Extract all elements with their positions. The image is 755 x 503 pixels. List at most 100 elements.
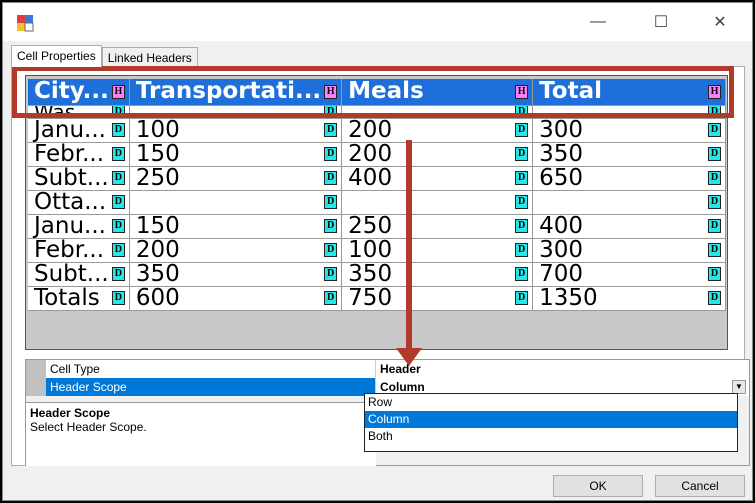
cell-text: Janu... <box>34 118 106 142</box>
grid-cell[interactable]: Janu... D <box>28 214 130 239</box>
grid-cell[interactable]: 150 D <box>129 214 343 239</box>
grid-cell[interactable]: 300 D <box>532 118 726 143</box>
data-marker-icon[interactable]: D <box>324 219 338 233</box>
grid-cell[interactable]: 700 D <box>532 262 726 287</box>
grid-cell[interactable]: 1350 D <box>532 286 726 311</box>
button-bar: OK Cancel <box>3 469 752 502</box>
grid-cell[interactable]: D <box>341 190 534 215</box>
grid-cell[interactable]: 200 D <box>341 118 534 143</box>
grid-cell[interactable]: Totals D <box>28 286 130 311</box>
data-marker-icon[interactable]: D <box>515 195 529 209</box>
selected-value: Column <box>380 380 425 394</box>
data-marker-icon[interactable]: D <box>111 195 125 209</box>
property-name: Header Scope <box>46 378 376 396</box>
grid-cell[interactable]: Febr... D <box>28 238 130 263</box>
data-marker-icon[interactable]: D <box>111 219 125 233</box>
data-marker-icon[interactable]: D <box>111 267 125 281</box>
cell-text: 750 <box>348 286 393 310</box>
grid-cell[interactable]: 350 D <box>129 262 343 287</box>
grid-cell[interactable]: 100 D <box>341 238 534 263</box>
grid-cell[interactable]: 250 D <box>129 166 343 191</box>
dropdown-arrow-icon[interactable]: ▼ <box>732 380 746 394</box>
grid-cell[interactable]: 250 D <box>341 214 534 239</box>
row-gutter <box>26 360 46 378</box>
cell-text: 600 <box>135 286 180 310</box>
grid-cell[interactable]: 400 D <box>532 214 726 239</box>
grid-cell[interactable]: Janu... D <box>28 118 130 143</box>
data-marker-icon[interactable]: D <box>515 171 529 185</box>
table-row: Febr... D 150 D 200 D 350 D <box>28 142 726 167</box>
grid-cell[interactable]: 350 D <box>341 262 534 287</box>
header-scope-dropdown-list[interactable]: Row Column Both <box>364 393 738 452</box>
grid-cell[interactable]: 200 D <box>341 142 534 167</box>
grid-cell[interactable]: 600 D <box>129 286 343 311</box>
data-marker-icon[interactable]: D <box>515 243 529 257</box>
data-marker-icon[interactable]: D <box>708 123 721 137</box>
data-marker-icon[interactable]: D <box>324 195 338 209</box>
maximize-button[interactable]: ☐ <box>646 11 676 33</box>
help-text: Select Header Scope. <box>30 420 147 434</box>
minimize-button[interactable]: — <box>583 11 613 33</box>
data-marker-icon[interactable]: D <box>515 147 529 161</box>
property-row-cell-type[interactable]: Cell Type Header <box>26 360 749 378</box>
data-marker-icon[interactable]: D <box>111 171 125 185</box>
grid-cell[interactable]: D <box>129 190 343 215</box>
cell-text: 350 <box>539 142 584 166</box>
table-row: Otta... D D D D <box>28 190 726 215</box>
table-row: Subt... D 250 D 400 D 650 D <box>28 166 726 191</box>
table-row: Totals D 600 D 750 D 1350 D <box>28 286 726 311</box>
data-marker-icon[interactable]: D <box>324 147 338 161</box>
data-marker-icon[interactable]: D <box>111 243 125 257</box>
data-marker-icon[interactable]: D <box>324 267 338 281</box>
title-bar: — ☐ ✕ <box>3 3 752 41</box>
close-icon: ✕ <box>713 14 727 31</box>
grid-cell[interactable]: 350 D <box>532 142 726 167</box>
grid-cell[interactable]: Subt... D <box>28 262 130 287</box>
data-marker-icon[interactable]: D <box>708 195 721 209</box>
data-marker-icon[interactable]: D <box>515 123 529 137</box>
grid-cell[interactable]: 650 D <box>532 166 726 191</box>
close-button[interactable]: ✕ <box>705 11 735 33</box>
data-marker-icon[interactable]: D <box>708 147 721 161</box>
data-marker-icon[interactable]: D <box>708 291 721 305</box>
dropdown-option[interactable]: Both <box>365 428 737 445</box>
data-marker-icon[interactable]: D <box>111 147 125 161</box>
grid-cell[interactable]: 200 D <box>129 238 343 263</box>
data-marker-icon[interactable]: D <box>515 291 529 305</box>
grid-cell[interactable]: Otta... D <box>28 190 130 215</box>
ok-button[interactable]: OK <box>553 475 643 497</box>
grid-cell[interactable]: 750 D <box>341 286 534 311</box>
cancel-button[interactable]: Cancel <box>655 475 745 497</box>
data-marker-icon[interactable]: D <box>515 267 529 281</box>
table-row: Subt... D 350 D 350 D 700 D <box>28 262 726 287</box>
grid-cell[interactable]: 100 D <box>129 118 343 143</box>
dropdown-option[interactable]: Column <box>365 411 737 428</box>
cell-text: 1350 <box>539 286 598 310</box>
grid-cell[interactable]: 400 D <box>341 166 534 191</box>
data-marker-icon[interactable]: D <box>324 243 338 257</box>
data-marker-icon[interactable]: D <box>708 171 721 185</box>
data-marker-icon[interactable]: D <box>111 123 125 137</box>
cell-text: 150 <box>135 142 180 166</box>
data-marker-icon[interactable]: D <box>708 267 721 281</box>
grid-cell[interactable]: D <box>532 190 726 215</box>
grid-cell[interactable]: 150 D <box>129 142 343 167</box>
data-marker-icon[interactable]: D <box>324 171 338 185</box>
data-marker-icon[interactable]: D <box>111 291 125 305</box>
grid-cell[interactable]: 300 D <box>532 238 726 263</box>
cell-text: Totals <box>34 286 100 310</box>
property-name: Cell Type <box>46 360 376 378</box>
cell-text: 350 <box>135 262 180 286</box>
grid-cell[interactable]: Subt... D <box>28 166 130 191</box>
grid-cell[interactable]: Febr... D <box>28 142 130 167</box>
tab-linked-headers[interactable]: Linked Headers <box>101 47 198 67</box>
data-marker-icon[interactable]: D <box>708 219 721 233</box>
cell-text: 200 <box>135 238 180 262</box>
data-marker-icon[interactable]: D <box>324 291 338 305</box>
tab-cell-properties[interactable]: Cell Properties <box>11 45 102 67</box>
data-marker-icon[interactable]: D <box>515 219 529 233</box>
cell-text: Febr... <box>34 238 104 262</box>
data-marker-icon[interactable]: D <box>324 123 338 137</box>
dropdown-option[interactable]: Row <box>365 394 737 411</box>
data-marker-icon[interactable]: D <box>708 243 721 257</box>
